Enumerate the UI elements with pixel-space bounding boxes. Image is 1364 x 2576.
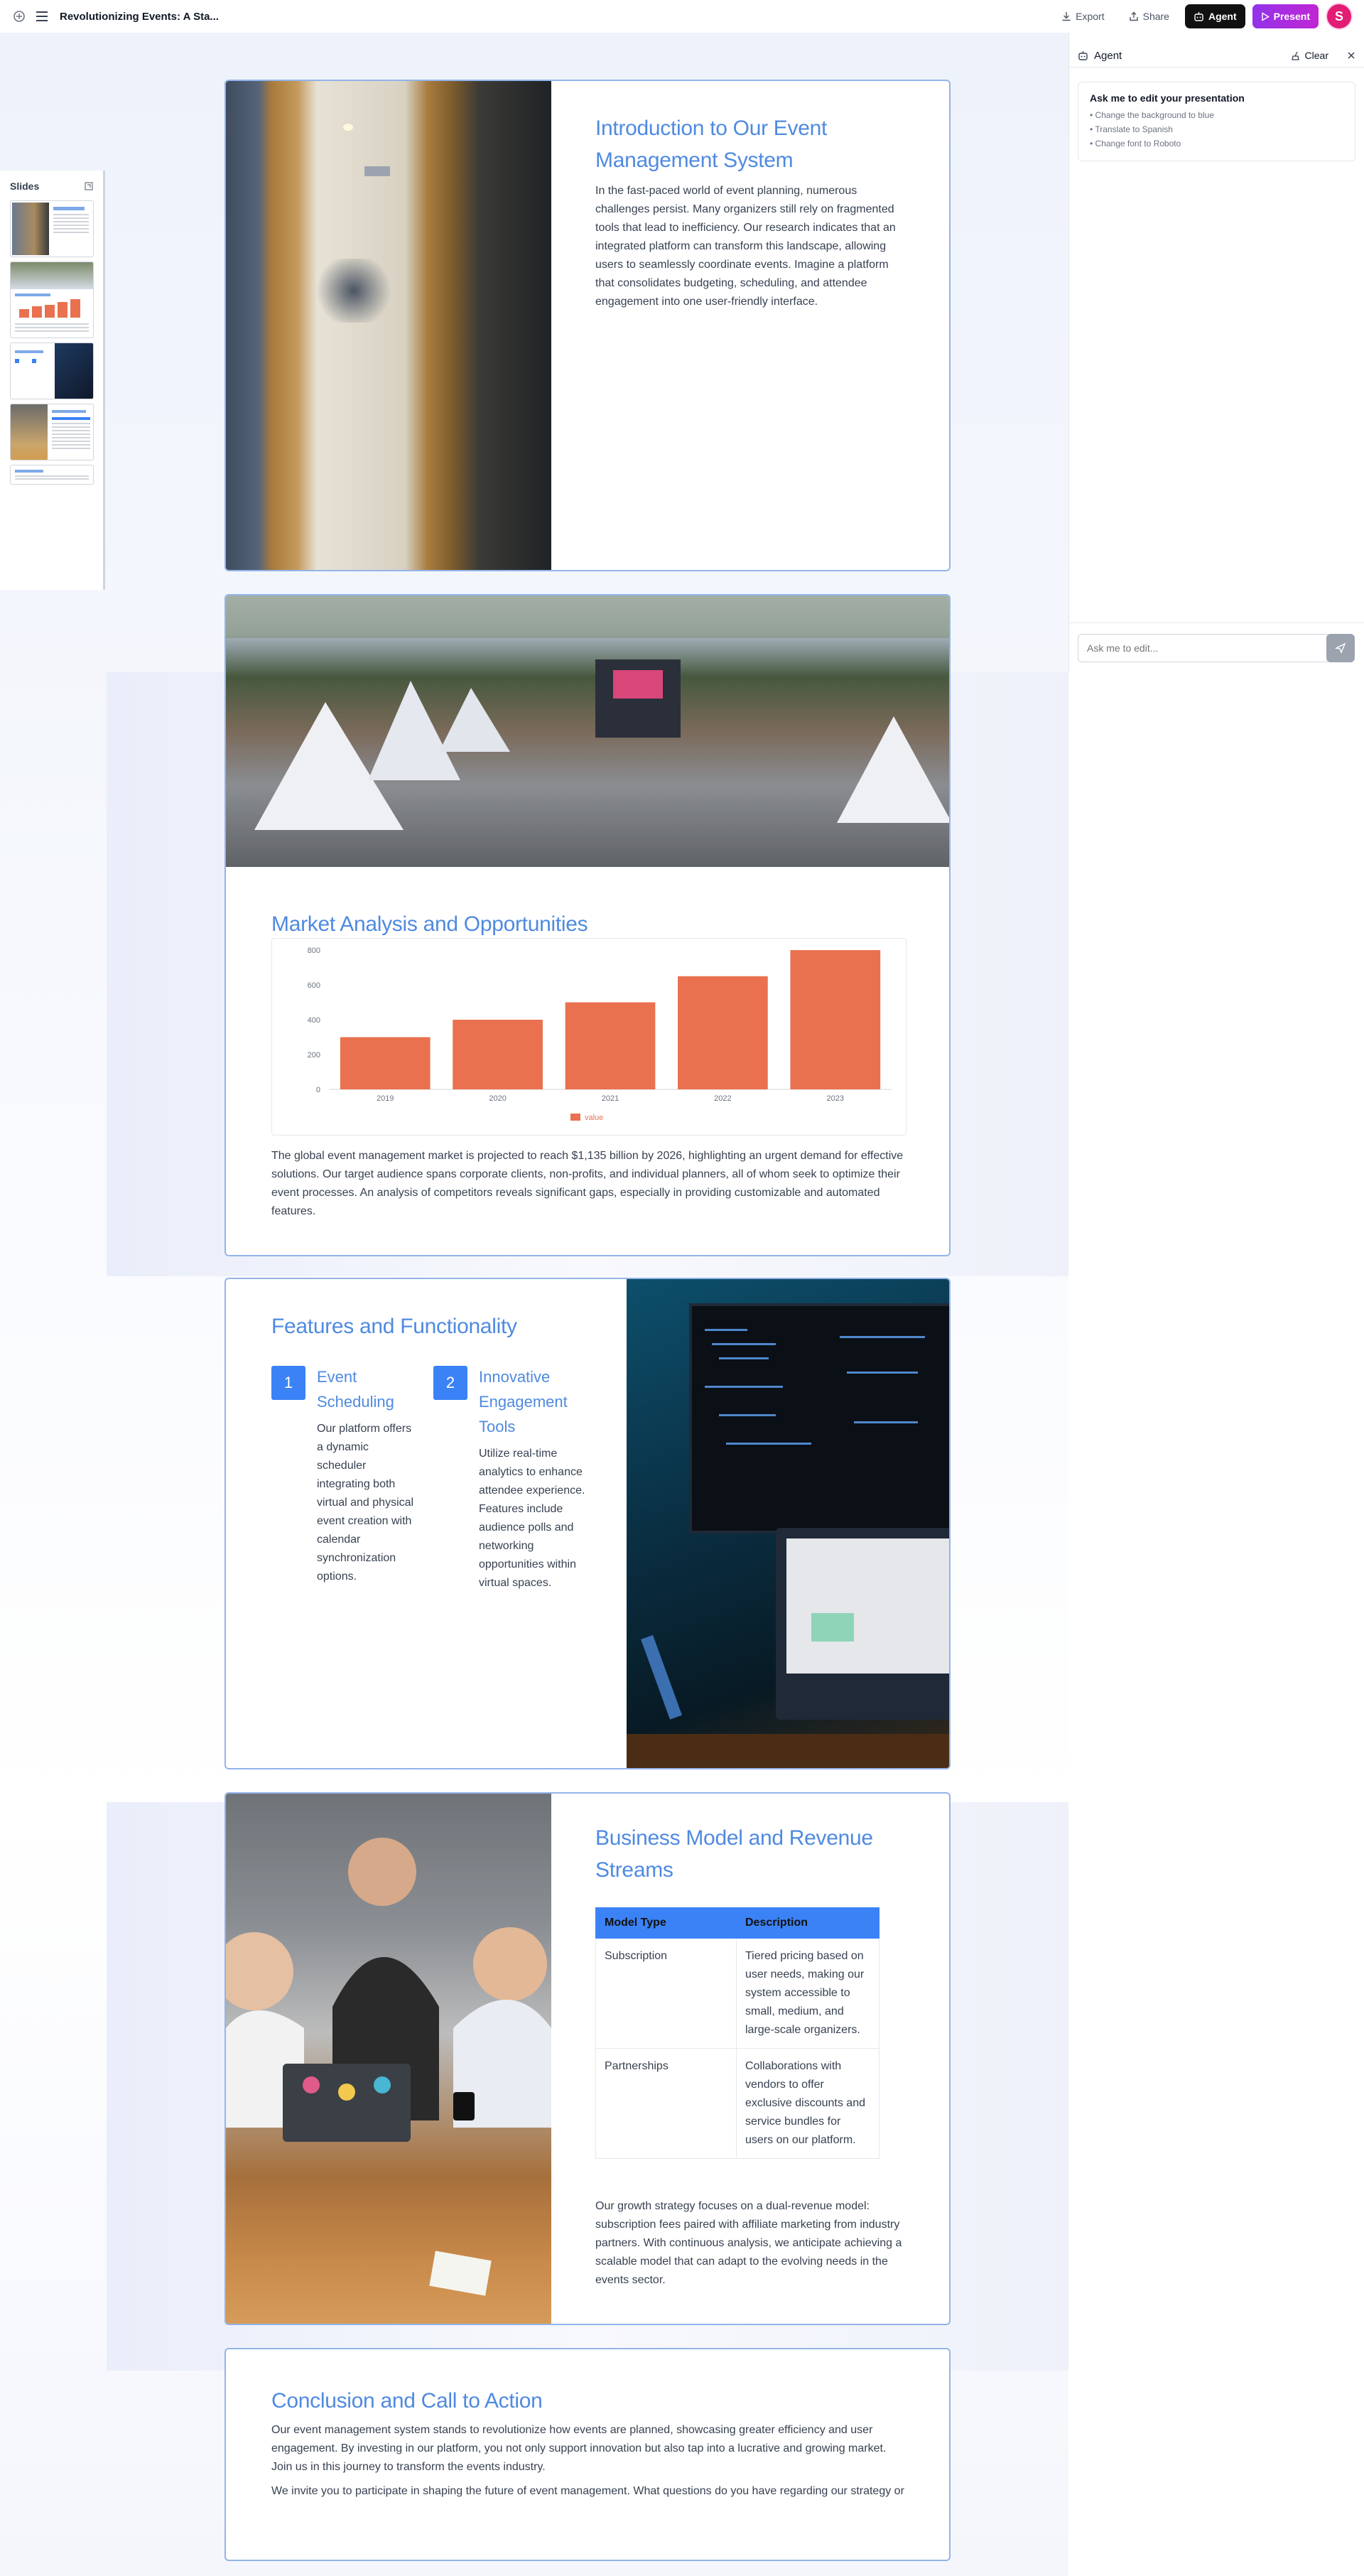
column-header: Model Type <box>595 1907 737 1939</box>
slide-4-body: Our growth strategy focuses on a dual-re… <box>595 2200 902 2286</box>
hallway-photo <box>226 81 551 570</box>
slide-5-title: Conclusion and Call to Action <box>271 2389 543 2413</box>
avatar[interactable]: S <box>1326 3 1353 30</box>
team-photo <box>226 1794 551 2324</box>
slide-thumbnail-4[interactable] <box>10 404 94 460</box>
chart-bar <box>678 976 768 1089</box>
slide-thumbnail-2[interactable] <box>10 262 94 338</box>
suggestion-item[interactable]: • Change the background to blue <box>1090 108 1343 122</box>
slide-4-title: Business Model and Revenue Streams <box>595 1826 873 1882</box>
y-tick-label: 800 <box>308 947 320 955</box>
y-tick-label: 600 <box>308 981 320 990</box>
x-tick-label: 2020 <box>489 1094 506 1103</box>
share-icon <box>1129 11 1138 21</box>
agent-input[interactable] <box>1078 634 1331 662</box>
market-chart: 0 200 400 600 800 2019 2020 2021 2022 2023 value <box>271 938 906 1136</box>
suggestion-item[interactable]: • Change font to Roboto <box>1090 136 1343 151</box>
robot-icon <box>1078 50 1088 60</box>
slide-1[interactable]: Introduction to Our Event Management Sys… <box>224 80 951 571</box>
x-tick-label: 2023 <box>827 1094 844 1103</box>
table-cell: Subscription <box>595 1938 737 2049</box>
slides-panel: Slides <box>0 171 105 590</box>
table-cell: Tiered pricing based on user needs, maki… <box>736 1938 879 2049</box>
table-row: Partnerships Collaborations with vendors… <box>595 2048 879 2159</box>
share-button[interactable]: Share <box>1120 4 1178 28</box>
slide-1-body: In the fast-paced world of event plannin… <box>595 185 896 308</box>
slide-2-title: Market Analysis and Opportunities <box>271 912 588 936</box>
table-header-row: Model Type Description <box>595 1907 879 1939</box>
y-tick-label: 200 <box>308 1051 320 1060</box>
bar-chart: 0 200 400 600 800 2019 2020 2021 2022 2023 value <box>308 947 892 1122</box>
feature-text: Utilize real-time analytics to enhance a… <box>479 1448 585 1589</box>
feature-number-badge: 2 <box>433 1366 467 1400</box>
slides-panel-title: Slides <box>10 180 40 192</box>
agent-suggestion-card: Ask me to edit your presentation • Chang… <box>1078 82 1355 161</box>
slide-thumbnail-3[interactable] <box>10 343 94 399</box>
x-tick-label: 2022 <box>714 1094 731 1103</box>
menu-icon[interactable] <box>34 9 50 24</box>
feature-text: Our platform offers a dynamic scheduler … <box>317 1423 414 1583</box>
send-icon <box>1335 642 1346 654</box>
share-label: Share <box>1142 11 1169 22</box>
agent-card-title: Ask me to edit your presentation <box>1090 92 1245 104</box>
play-icon <box>1261 11 1270 21</box>
slide-4[interactable]: Business Model and Revenue Streams Model… <box>224 1792 951 2325</box>
x-tick-label: 2021 <box>602 1094 619 1103</box>
legend-swatch <box>570 1114 580 1121</box>
column-header: Description <box>736 1907 879 1939</box>
feature-title: Event Scheduling <box>317 1368 394 1411</box>
broom-icon <box>1291 51 1299 60</box>
slide-1-title: Introduction to Our Event Management Sys… <box>595 117 828 172</box>
chart-bar <box>453 1020 543 1089</box>
present-button[interactable]: Present <box>1252 4 1319 28</box>
slide-5[interactable]: Conclusion and Call to Action Our event … <box>224 2348 951 2561</box>
agent-label: Agent <box>1208 11 1237 22</box>
slide-2[interactable]: Market Analysis and Opportunities 0 200 40… <box>224 594 951 1256</box>
top-actions: Export Share Agent Present S <box>1053 0 1353 33</box>
clear-label: Clear <box>1304 50 1328 61</box>
close-icon[interactable] <box>1347 51 1355 60</box>
feature-number-badge: 1 <box>271 1366 305 1400</box>
chart-bar <box>340 1037 431 1089</box>
table-cell: Collaborations with vendors to offer exc… <box>736 2048 879 2159</box>
legend-label: value <box>585 1114 603 1122</box>
robot-icon <box>1194 11 1203 21</box>
clear-button[interactable]: Clear <box>1291 50 1328 61</box>
table-row: Subscription Tiered pricing based on use… <box>595 1938 879 2049</box>
download-icon <box>1062 12 1071 21</box>
send-button[interactable] <box>1326 634 1355 662</box>
table-cell: Partnerships <box>595 2048 737 2159</box>
collapse-icon[interactable] <box>85 182 93 190</box>
suggestion-item[interactable]: • Translate to Spanish <box>1090 122 1343 136</box>
x-tick-label: 2019 <box>377 1094 394 1103</box>
logo-icon[interactable] <box>11 9 27 24</box>
business-model-table: Model Type Description Subscription Tier… <box>595 1907 879 2159</box>
present-label: Present <box>1273 11 1310 22</box>
slide-3-title: Features and Functionality <box>271 1315 517 1338</box>
slide-2-body: The global event management market is pr… <box>271 1150 904 1217</box>
export-button[interactable]: Export <box>1053 4 1113 28</box>
agent-button[interactable]: Agent <box>1184 4 1245 28</box>
top-bar: Revolutionizing Events: A Sta... Export … <box>0 0 1364 33</box>
slide-5-body: Our event management system stands to re… <box>271 2424 887 2473</box>
document-title[interactable]: Revolutionizing Events: A Sta... <box>60 11 219 23</box>
agent-panel: Agent Clear Ask me to edit your presenta… <box>1068 33 1364 672</box>
slide-thumbnail-5[interactable] <box>10 465 94 485</box>
code-workstation-photo <box>627 1279 949 1768</box>
slide-5-body-2: We invite you to participate in shaping … <box>271 2485 904 2497</box>
export-label: Export <box>1076 11 1105 22</box>
feature-title: Innovative Engagement Tools <box>479 1368 568 1435</box>
agent-header: Agent Clear <box>1069 33 1364 78</box>
y-tick-label: 0 <box>316 1086 320 1094</box>
slide-3[interactable]: Features and Functionality 1 Event Sched… <box>224 1278 951 1769</box>
y-tick-label: 400 <box>308 1016 320 1025</box>
slide-thumbnail-1[interactable] <box>10 200 94 257</box>
chart-bar <box>565 1002 656 1089</box>
chart-bar <box>790 950 881 1089</box>
festival-photo <box>226 596 949 867</box>
agent-title: Agent <box>1094 49 1122 62</box>
